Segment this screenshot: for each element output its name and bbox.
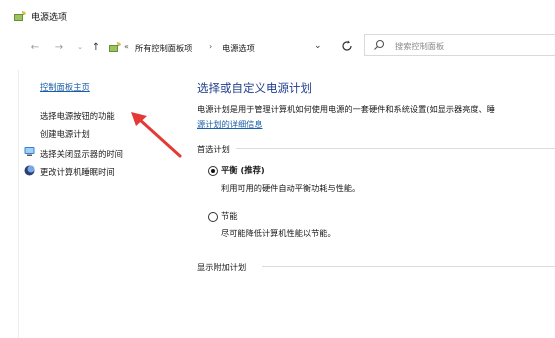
plan-power-saver-label[interactable]: 节能: [221, 210, 238, 222]
power-options-icon: [13, 10, 27, 22]
sidebar-item-power-button-function[interactable]: 选择电源按钮的功能: [40, 110, 115, 122]
plan-balanced-radio[interactable]: [208, 166, 218, 176]
sleep-moon-icon: [24, 165, 35, 176]
sidebar-item-sleep-time[interactable]: 更改计算机睡眠时间: [40, 166, 115, 178]
plan-balanced-label[interactable]: 平衡 (推荐): [221, 164, 265, 176]
breadcrumb-power-options[interactable]: 电源选项: [222, 42, 255, 54]
annotation-arrow-icon: [131, 112, 182, 158]
search-box[interactable]: 搜索控制面板: [364, 34, 555, 56]
breadcrumb-separator[interactable]: ›: [209, 42, 212, 51]
title-bar: 电源选项: [0, 0, 555, 28]
plan-balanced-description: 利用可用的硬件自动平衡功耗与性能。: [221, 183, 361, 193]
breadcrumb-overflow[interactable]: «: [124, 42, 129, 51]
sidebar-item-create-power-plan[interactable]: 创建电源计划: [40, 128, 90, 140]
search-icon: [373, 39, 385, 51]
breadcrumb-all-control-panel-items[interactable]: 所有控制面板项: [135, 42, 192, 54]
forward-arrow-icon[interactable]: →: [52, 40, 66, 54]
plan-power-saver-description: 尽可能降低计算机性能以节能。: [221, 228, 336, 238]
control-panel-icon: [108, 41, 122, 53]
power-plan-details-link[interactable]: 源计划的详细信息: [197, 118, 263, 130]
left-pane-divider: [18, 70, 19, 338]
group-divider: [262, 266, 555, 267]
preferred-plans-heading: 首选计划: [197, 144, 230, 154]
sidebar-item-display-off-time[interactable]: 选择关闭显示器的时间: [40, 148, 123, 160]
address-dropdown-icon[interactable]: ⌄: [314, 41, 322, 51]
group-divider: [236, 148, 555, 149]
control-panel-home-link[interactable]: 控制面板主页: [40, 81, 90, 93]
window-title: 电源选项: [31, 13, 68, 23]
page-title: 选择或自定义电源计划: [197, 81, 312, 95]
search-placeholder: 搜索控制面板: [395, 41, 445, 51]
refresh-icon[interactable]: [339, 38, 355, 54]
back-arrow-icon[interactable]: ←: [28, 40, 42, 54]
recent-locations-chevron-icon[interactable]: ⌄: [73, 40, 87, 54]
show-additional-plans-heading[interactable]: 显示附加计划: [197, 261, 246, 273]
up-arrow-icon[interactable]: ↑: [89, 40, 103, 54]
description-text: 电源计划是用于管理计算机如何使用电源的一套硬件和系统设置(如显示器亮度、睡: [197, 104, 495, 114]
display-shield-icon: [24, 146, 35, 157]
plan-power-saver-radio[interactable]: [208, 212, 218, 222]
